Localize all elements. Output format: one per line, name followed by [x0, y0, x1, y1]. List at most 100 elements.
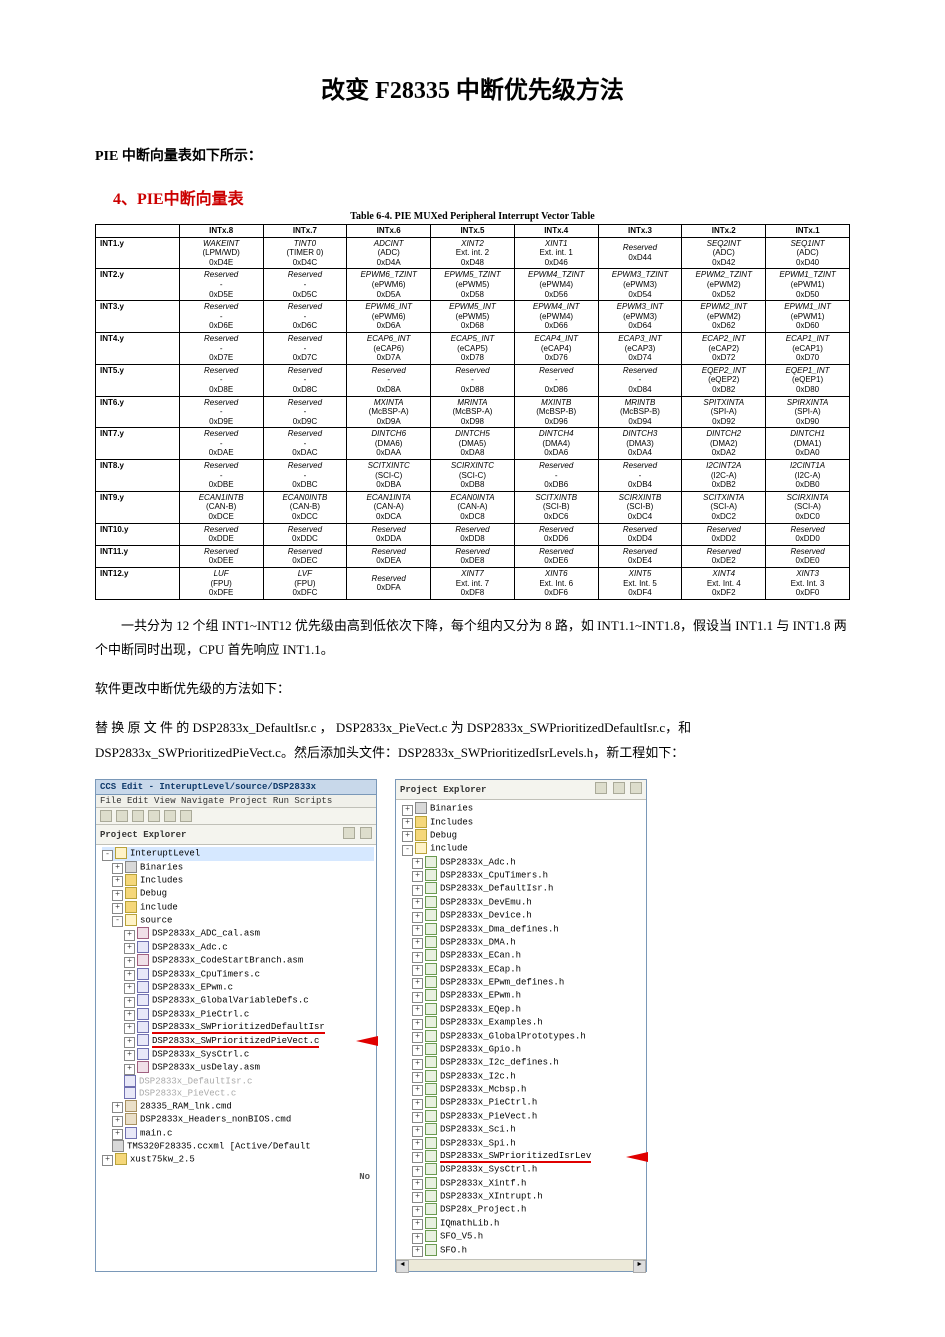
tree-node[interactable]: +Includes [102, 874, 374, 887]
expand-icon[interactable]: + [412, 1139, 423, 1150]
tree-node[interactable]: +DSP2833x_GlobalPrototypes.h [402, 1030, 644, 1043]
tree-node[interactable]: +DSP2833x_ECan.h [402, 949, 644, 962]
expand-icon[interactable]: + [412, 1045, 423, 1056]
tree-node[interactable]: +xust75kw_2.5 [102, 1153, 374, 1166]
tree-node[interactable]: +DSP2833x_SWPrioritizedDefaultIsr [102, 1021, 374, 1034]
tree-node[interactable]: +DSP2833x_Adc.c [102, 941, 374, 954]
tree-node[interactable]: +DSP2833x_I2c_defines.h [402, 1056, 644, 1069]
project-tree[interactable]: +Binaries+Includes+Debug-include+DSP2833… [396, 800, 646, 1259]
expand-icon[interactable]: + [412, 1032, 423, 1043]
tree-node[interactable]: +DSP2833x_DevEmu.h [402, 896, 644, 909]
expand-icon[interactable]: + [412, 1179, 423, 1190]
tree-node[interactable]: +DSP2833x_CodeStartBranch.asm [102, 954, 374, 967]
toolbar-icon[interactable] [148, 810, 160, 822]
tree-node[interactable]: +Binaries [402, 802, 644, 815]
toolbar-icon[interactable] [132, 810, 144, 822]
expand-icon[interactable]: + [412, 992, 423, 1003]
tree-node[interactable]: +SFO_V5.h [402, 1230, 644, 1243]
expand-icon[interactable]: + [124, 1064, 135, 1075]
menubar[interactable]: File Edit View Navigate Project Run Scri… [96, 795, 376, 808]
expand-icon[interactable]: + [412, 1219, 423, 1230]
tree-node[interactable]: -source [102, 914, 374, 927]
expand-icon[interactable]: + [412, 885, 423, 896]
expand-icon[interactable]: + [402, 805, 413, 816]
tree-node[interactable]: +DSP2833x_DMA.h [402, 936, 644, 949]
toolbar-icon[interactable] [164, 810, 176, 822]
tree-node[interactable]: TMS320F28335.ccxml [Active/Default [102, 1140, 374, 1153]
tree-node[interactable]: +DSP2833x_Device.h [402, 909, 644, 922]
tree-node[interactable]: +Debug [102, 887, 374, 900]
expand-icon[interactable]: + [412, 912, 423, 923]
tree-node[interactable]: +DSP2833x_SysCtrl.c [102, 1048, 374, 1061]
tree-node[interactable]: +DSP2833x_Sci.h [402, 1123, 644, 1136]
expand-icon[interactable]: + [412, 1233, 423, 1244]
expand-icon[interactable]: + [402, 831, 413, 842]
expand-icon[interactable]: + [112, 1129, 123, 1140]
toolbar-icon[interactable] [100, 810, 112, 822]
toolbar-icon[interactable] [180, 810, 192, 822]
tree-node[interactable]: +DSP2833x_Mcbsp.h [402, 1083, 644, 1096]
toolbar-icon[interactable] [116, 810, 128, 822]
expand-icon[interactable]: + [124, 943, 135, 954]
expand-icon[interactable]: + [124, 1037, 135, 1048]
expand-icon[interactable]: + [412, 1206, 423, 1217]
tree-node[interactable]: +DSP2833x_DefaultIsr.h [402, 882, 644, 895]
tree-node[interactable]: +DSP2833x_XIntrupt.h [402, 1190, 644, 1203]
tree-node[interactable]: +DSP2833x_Spi.h [402, 1137, 644, 1150]
tree-node[interactable]: +DSP2833x_GlobalVariableDefs.c [102, 994, 374, 1007]
tree-node[interactable]: DSP2833x_DefaultIsr.c [102, 1075, 374, 1088]
expand-icon[interactable]: + [124, 1023, 135, 1034]
expand-icon[interactable]: + [412, 938, 423, 949]
tree-node[interactable]: +DSP2833x_Xintf.h [402, 1177, 644, 1190]
expand-icon[interactable]: + [112, 876, 123, 887]
expand-icon[interactable]: + [412, 1005, 423, 1016]
tree-node[interactable]: -InteruptLevel [102, 847, 374, 860]
expand-icon[interactable]: + [102, 1155, 113, 1166]
horizontal-scrollbar[interactable]: ◄ ► [396, 1259, 646, 1271]
tree-node[interactable]: +Includes [402, 816, 644, 829]
tree-node[interactable]: +DSP2833x_EPwm.h [402, 989, 644, 1002]
tree-node[interactable]: +DSP2833x_SWPrioritizedPieVect.c [102, 1034, 374, 1047]
expand-icon[interactable]: - [402, 845, 413, 856]
toolbar[interactable] [96, 808, 376, 825]
tree-node[interactable]: +DSP2833x_Gpio.h [402, 1043, 644, 1056]
expand-icon[interactable]: + [412, 1059, 423, 1070]
expand-icon[interactable]: + [124, 1050, 135, 1061]
view-menu-icon[interactable] [630, 782, 642, 794]
collapse-all-icon[interactable] [343, 827, 355, 839]
tree-node[interactable]: +SFO.h [402, 1244, 644, 1257]
tree-node[interactable]: +DSP2833x_Dma_defines.h [402, 923, 644, 936]
expand-icon[interactable]: + [412, 952, 423, 963]
tree-node[interactable]: +DSP2833x_EQep.h [402, 1003, 644, 1016]
tree-node[interactable]: +DSP2833x_CpuTimers.h [402, 869, 644, 882]
project-explorer-tab[interactable]: Project Explorer [96, 825, 376, 845]
expand-icon[interactable]: + [124, 983, 135, 994]
expand-icon[interactable]: + [412, 1246, 423, 1257]
tree-node[interactable]: +DSP2833x_ADC_cal.asm [102, 927, 374, 940]
expand-icon[interactable]: + [112, 890, 123, 901]
tree-node[interactable]: +DSP2833x_usDelay.asm [102, 1061, 374, 1074]
expand-icon[interactable]: + [412, 1085, 423, 1096]
tree-node[interactable]: +Binaries [102, 861, 374, 874]
scroll-left-icon[interactable]: ◄ [396, 1260, 409, 1273]
tree-node[interactable]: +DSP2833x_SysCtrl.h [402, 1163, 644, 1176]
tree-node[interactable]: +DSP2833x_EPwm_defines.h [402, 976, 644, 989]
expand-icon[interactable]: + [412, 978, 423, 989]
expand-icon[interactable]: + [412, 925, 423, 936]
expand-icon[interactable]: + [412, 898, 423, 909]
tree-node[interactable]: +28335_RAM_lnk.cmd [102, 1100, 374, 1113]
tree-node[interactable]: +main.c [102, 1127, 374, 1140]
tree-node[interactable]: +DSP2833x_I2c.h [402, 1070, 644, 1083]
expand-icon[interactable]: + [112, 1116, 123, 1127]
expand-icon[interactable]: + [124, 970, 135, 981]
expand-icon[interactable]: + [412, 1126, 423, 1137]
expand-icon[interactable]: + [412, 1152, 423, 1163]
expand-icon[interactable]: + [412, 1099, 423, 1110]
expand-icon[interactable]: + [112, 903, 123, 914]
expand-icon[interactable]: + [124, 930, 135, 941]
expand-icon[interactable]: + [412, 871, 423, 882]
expand-icon[interactable]: - [102, 850, 113, 861]
expand-icon[interactable]: + [124, 997, 135, 1008]
tree-node[interactable]: +IQmathLib.h [402, 1217, 644, 1230]
expand-icon[interactable]: + [112, 1102, 123, 1113]
